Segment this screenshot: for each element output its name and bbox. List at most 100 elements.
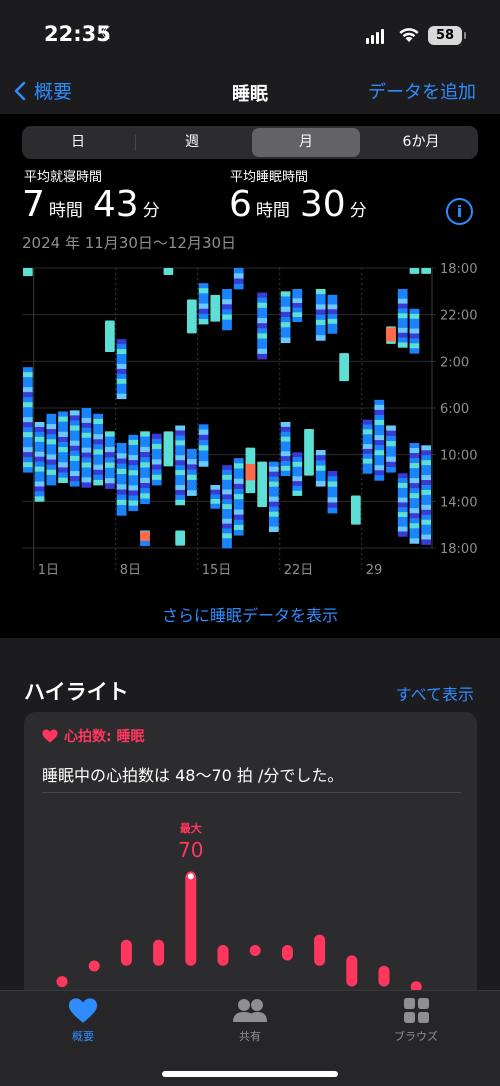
sleep-stage-segment xyxy=(116,463,127,470)
sleep-stage-segment xyxy=(175,450,185,456)
sleep-stage-segment xyxy=(222,470,232,476)
sleep-stage-segment xyxy=(81,462,92,468)
y-tick-label: 6:00 xyxy=(440,402,469,417)
sleep-stage-segment xyxy=(175,470,185,476)
x-tick-label: 1日 xyxy=(38,563,59,578)
sleep-stage-segment xyxy=(421,534,431,540)
moon-icon: ☾ xyxy=(101,24,117,44)
y-tick-label: 10:00 xyxy=(440,449,477,464)
sleep-stage-segment xyxy=(81,472,92,478)
sleep-stage-segment xyxy=(81,408,92,414)
sleep-stage-segment xyxy=(222,543,232,549)
sleep-stage-segment xyxy=(269,466,279,473)
sleep-stage-segment xyxy=(421,529,431,535)
sleep-stage-segment xyxy=(23,422,33,428)
sleep-stage-segment xyxy=(292,452,303,458)
sleep-stage-segment xyxy=(116,368,127,375)
heart-rate-bar xyxy=(346,955,358,987)
sleep-stage-segment xyxy=(397,492,408,498)
sleep-bar xyxy=(409,443,420,544)
sleep-bar xyxy=(397,473,408,537)
date-range: 2024 年 11月30日〜12月30日 xyxy=(22,234,237,252)
sleep-stage-segment xyxy=(81,477,92,483)
sleep-stage-segment xyxy=(386,461,396,468)
sleep-stage-segment xyxy=(421,514,431,521)
sleep-stage-segment xyxy=(222,518,232,525)
segment-week[interactable]: 週 xyxy=(136,126,248,159)
sleep-stage-segment xyxy=(23,437,33,443)
heart-rate-category: 心拍数: 睡眠 xyxy=(42,726,144,746)
sleep-bar xyxy=(257,292,267,360)
segment-month[interactable]: 月 xyxy=(252,128,360,157)
sleep-bar xyxy=(374,399,385,481)
show-all-link[interactable]: すべて表示 xyxy=(396,681,474,705)
add-data-button[interactable]: データを追加 xyxy=(368,78,476,104)
sleep-stage-segment xyxy=(421,445,431,451)
sleep-stage-segment xyxy=(362,458,373,464)
sleep-stage-segment xyxy=(23,402,33,408)
sleep-stage-segment xyxy=(93,459,103,466)
sleep-stage-segment xyxy=(187,299,197,334)
tab-browse[interactable]: ブラウズ xyxy=(366,997,466,1044)
sleep-stage-segment xyxy=(280,456,291,462)
sleep-stage-segment xyxy=(23,407,33,413)
sleep-bar xyxy=(327,471,338,514)
avg-bedtime-minutes: 43 xyxy=(92,184,139,225)
sleep-stage-segment xyxy=(81,412,92,419)
sleep-stage-segment xyxy=(409,503,420,509)
sleep-stage-segment xyxy=(69,471,80,477)
sleep-stage-segment xyxy=(23,372,33,378)
sleep-stage-segment xyxy=(175,425,185,431)
sleep-bar xyxy=(269,461,279,533)
sleep-chart[interactable]: 18:00 22:00 2:00 6:00 10:00 14:00 18:00 1日 8日 15日… xyxy=(0,262,500,578)
sleep-stage-segment xyxy=(93,464,103,471)
sleep-stage-segment xyxy=(116,453,127,459)
sleep-stage-segment xyxy=(374,465,385,471)
sleep-stage-segment xyxy=(198,283,209,289)
sleep-stage-segment xyxy=(187,464,197,470)
avg-bedtime-hours: 7 xyxy=(22,184,45,225)
tab-summary[interactable]: 概要 xyxy=(33,997,133,1044)
sleep-stage-segment xyxy=(46,449,57,455)
sleep-stage-segment xyxy=(421,539,431,545)
show-more-sleep-data-link[interactable]: さらに睡眠データを表示 xyxy=(0,602,500,626)
sleep-stage-segment xyxy=(409,318,420,325)
sleep-stage-segment xyxy=(397,487,408,494)
info-icon[interactable]: i xyxy=(446,198,473,225)
sleep-stage-segment xyxy=(327,486,338,493)
sleep-stage-segment xyxy=(93,469,103,476)
sleep-stage-segment xyxy=(327,497,338,503)
sleep-stage-segment xyxy=(233,530,244,536)
tab-browse-label: ブラウズ xyxy=(394,1030,438,1043)
sleep-stage-segment xyxy=(257,343,267,350)
sleep-stage-segment xyxy=(69,435,80,442)
sleep-stage-segment xyxy=(34,471,45,477)
sleep-stage-segment xyxy=(397,526,408,532)
sleep-stage-segment xyxy=(269,526,279,533)
sleep-stage-segment xyxy=(409,463,420,469)
sleep-stage-segment xyxy=(362,439,373,445)
tab-sharing[interactable]: 共有 xyxy=(200,997,300,1044)
heart-rate-highlight-card[interactable]: 心拍数: 睡眠 睡眠中の心拍数は 48〜70 拍 /分でした。 最大 70 xyxy=(24,712,477,1012)
sleep-bar xyxy=(210,294,221,322)
sleep-stage-segment xyxy=(409,308,420,315)
sleep-stage-segment xyxy=(269,476,279,483)
sleep-stage-segment xyxy=(116,378,127,385)
sleep-stage-segment xyxy=(175,445,185,451)
sleep-bar xyxy=(151,433,162,486)
sleep-bar xyxy=(175,530,185,546)
sleep-stage-segment xyxy=(140,477,150,484)
sleep-stage-segment xyxy=(280,470,291,477)
sleep-stage-segment xyxy=(315,304,326,310)
sleep-stage-segment xyxy=(233,463,244,469)
heart-rate-bar xyxy=(153,939,165,966)
segment-day[interactable]: 日 xyxy=(22,126,134,159)
sleep-stage-segment xyxy=(374,470,385,476)
sleep-stage-segment xyxy=(315,309,326,316)
segment-6-months[interactable]: 6か月 xyxy=(364,126,478,159)
sleep-stage-segment xyxy=(386,435,396,442)
sleep-stage-segment xyxy=(280,451,291,457)
sleep-stage-segment xyxy=(69,460,80,467)
sleep-stage-segment xyxy=(198,461,209,467)
sleep-stage-segment xyxy=(23,397,33,403)
